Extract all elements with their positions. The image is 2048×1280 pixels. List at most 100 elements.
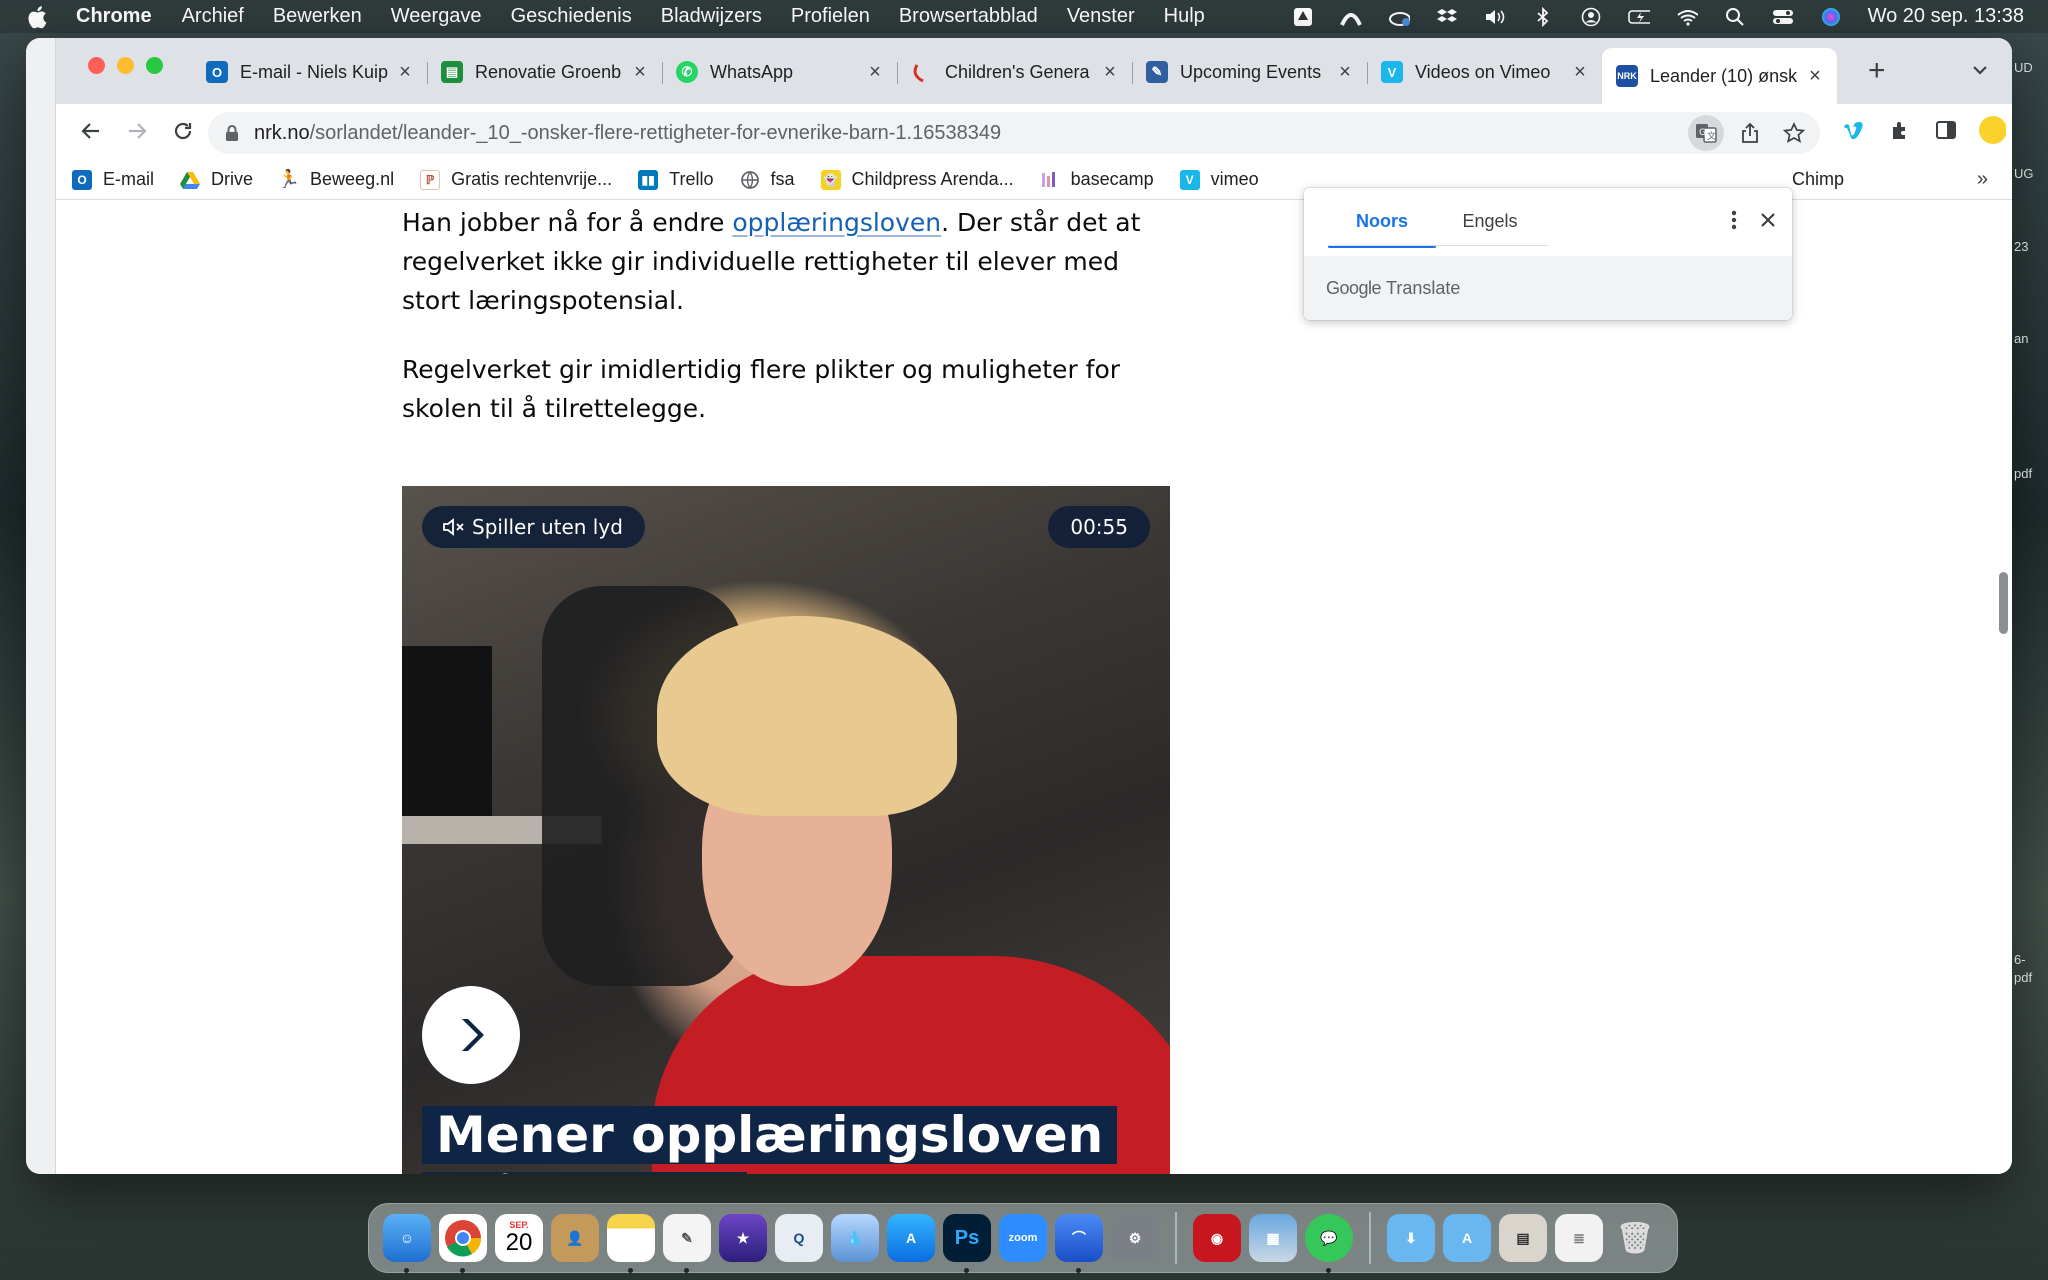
address-bar[interactable]: nrk.no/sorlandet/leander-_10_-onsker-fle… <box>208 112 1820 154</box>
wifi-icon[interactable] <box>1676 7 1698 27</box>
fullscreen-window-button[interactable] <box>146 57 163 74</box>
bookmark-gratis[interactable]: ℙ Gratis rechtenvrije... <box>420 169 612 190</box>
downloads-folder-icon[interactable]: ⬇ <box>1387 1214 1435 1262</box>
imovie-icon[interactable]: ★ <box>719 1214 767 1262</box>
close-tab-icon[interactable]: × <box>395 61 415 84</box>
zoom-icon[interactable]: zoom <box>999 1214 1047 1262</box>
menu-bewerken[interactable]: Bewerken <box>273 5 362 28</box>
app-store-icon[interactable]: A <box>887 1214 935 1262</box>
close-tab-icon[interactable]: × <box>1100 61 1120 84</box>
recent-documents-stack-icon[interactable]: ▤ <box>1499 1214 1547 1262</box>
bookmark-email[interactable]: O E-mail <box>72 169 154 190</box>
bookmark-fsa[interactable]: fsa <box>740 169 795 190</box>
translate-page-icon[interactable]: G文 <box>1688 115 1724 151</box>
bookmark-drive[interactable]: Drive <box>180 169 253 190</box>
bookmark-label: Gratis rechtenvrije... <box>451 169 613 189</box>
translate-tab-target[interactable]: Engels <box>1436 202 1544 248</box>
chrome-icon[interactable] <box>439 1214 487 1273</box>
bookmark-vimeo[interactable]: Vvimeo <box>1179 169 1259 190</box>
documents-stack-icon[interactable]: ≣ <box>1555 1214 1603 1262</box>
close-tab-icon[interactable]: × <box>1805 65 1825 88</box>
translate-tab-source[interactable]: Noors <box>1328 202 1436 248</box>
arc-icon[interactable]: ⌒ <box>1055 1214 1103 1273</box>
tab-search-chevron-icon[interactable] <box>1970 60 1990 80</box>
menu-weergave[interactable]: Weergave <box>391 5 482 28</box>
bookmark-basecamp[interactable]: basecamp <box>1040 169 1154 190</box>
share-icon[interactable] <box>1732 115 1768 151</box>
forward-button[interactable] <box>122 116 152 146</box>
user-account-icon[interactable] <box>1580 7 1602 27</box>
system-settings-icon[interactable]: ⚙ <box>1111 1214 1159 1262</box>
control-center-icon[interactable] <box>1772 7 1794 27</box>
volume-icon[interactable] <box>1484 7 1506 27</box>
bookmark-beweeg[interactable]: 🏃 Beweeg.nl <box>278 169 394 190</box>
drive-sync-icon[interactable] <box>1292 7 1314 27</box>
applications-folder-icon[interactable]: A <box>1443 1214 1491 1262</box>
close-tab-icon[interactable]: × <box>1570 61 1590 84</box>
menu-bladwijzers[interactable]: Bladwijzers <box>661 5 762 28</box>
bookmark-star-icon[interactable] <box>1776 115 1812 151</box>
new-tab-button[interactable]: + <box>1868 56 1886 86</box>
menu-clock[interactable]: Wo 20 sep. 13:38 <box>1868 5 2024 28</box>
menu-geschiedenis[interactable]: Geschiedenis <box>511 5 632 28</box>
cloud-sync-icon[interactable] <box>1388 7 1410 27</box>
lock-icon[interactable] <box>224 124 240 142</box>
finder-icon[interactable]: ☺ <box>383 1214 431 1273</box>
reload-button[interactable] <box>168 116 198 146</box>
apple-menu-icon[interactable] <box>26 4 48 30</box>
tab-whatsapp[interactable]: ✆ WhatsApp × <box>662 48 897 96</box>
tab-outlook[interactable]: O E-mail - Niels Kuip × <box>192 48 427 96</box>
close-tab-icon[interactable]: × <box>630 61 650 84</box>
photoshop-icon[interactable]: Ps <box>943 1214 991 1273</box>
more-bookmarks-icon[interactable]: » <box>1977 168 1988 191</box>
vimeo-extension-icon[interactable] <box>1840 116 1868 144</box>
tab-vimeo[interactable]: V Videos on Vimeo × <box>1367 48 1602 96</box>
battery-icon[interactable] <box>1627 7 1650 27</box>
play-button[interactable] <box>422 986 520 1084</box>
video-duration: 00:55 <box>1048 506 1150 548</box>
translate-close-icon[interactable] <box>1756 208 1780 232</box>
messages-icon[interactable]: 💬 <box>1305 1214 1353 1273</box>
menu-app-name[interactable]: Chrome <box>76 5 152 28</box>
quicktime-icon[interactable]: Q <box>775 1214 823 1262</box>
photo-booth-icon[interactable]: ◉ <box>1193 1214 1241 1262</box>
profile-avatar[interactable] <box>1978 116 2006 144</box>
tab-label: Renovatie Groenb <box>475 61 622 82</box>
menu-profielen[interactable]: Profielen <box>791 5 870 28</box>
side-panel-icon[interactable] <box>1932 116 1960 144</box>
muted-playback-button[interactable]: Spiller uten lyd <box>422 506 645 548</box>
notes-icon[interactable] <box>607 1214 655 1273</box>
bookmark-chimp[interactable]: Chimp <box>1792 169 1844 190</box>
siri-icon[interactable] <box>1820 7 1842 27</box>
close-tab-icon[interactable]: × <box>865 61 885 84</box>
bluetooth-icon[interactable] <box>1532 6 1554 27</box>
textedit-icon[interactable]: ✎ <box>663 1214 711 1273</box>
bookmark-childpress[interactable]: 👻 Childpress Arenda... <box>820 169 1014 190</box>
close-tab-icon[interactable]: × <box>1335 61 1355 84</box>
minimize-window-button[interactable] <box>117 57 134 74</box>
drop-app-icon[interactable]: 💧 <box>831 1214 879 1262</box>
page-scrollbar[interactable] <box>1999 572 2008 634</box>
opplaeringsloven-link[interactable]: opplæringsloven <box>732 208 941 237</box>
tab-childrens-general[interactable]: Children's Genera × <box>897 48 1132 96</box>
contacts-icon[interactable]: 👤 <box>551 1214 599 1262</box>
video-player[interactable]: Spiller uten lyd 00:55 Mener opplæringsl… <box>402 486 1170 1174</box>
spotlight-search-icon[interactable] <box>1724 7 1746 27</box>
bookmark-trello[interactable]: ▮▮ Trello <box>638 169 714 190</box>
tab-nrk-active[interactable]: NRK Leander (10) ønsk × <box>1602 48 1837 104</box>
tab-renovatie[interactable]: ▤ Renovatie Groenb × <box>427 48 662 96</box>
arc-app-icon[interactable] <box>1339 7 1362 27</box>
close-window-button[interactable] <box>88 57 105 74</box>
back-button[interactable] <box>76 116 106 146</box>
preview-icon[interactable]: ▦ <box>1249 1214 1297 1262</box>
tab-upcoming-events[interactable]: ✎ Upcoming Events × <box>1132 48 1367 96</box>
calendar-icon[interactable]: SEP. 20 <box>495 1214 543 1262</box>
translate-options-icon[interactable] <box>1724 208 1744 232</box>
menu-archief[interactable]: Archief <box>182 5 244 28</box>
menu-venster[interactable]: Venster <box>1067 5 1135 28</box>
menu-browsertabblad[interactable]: Browsertabblad <box>899 5 1038 28</box>
trash-icon[interactable]: 🗑 <box>1611 1214 1659 1262</box>
extensions-puzzle-icon[interactable] <box>1886 116 1914 144</box>
dropbox-icon[interactable] <box>1436 7 1458 27</box>
menu-hulp[interactable]: Hulp <box>1164 5 1205 28</box>
